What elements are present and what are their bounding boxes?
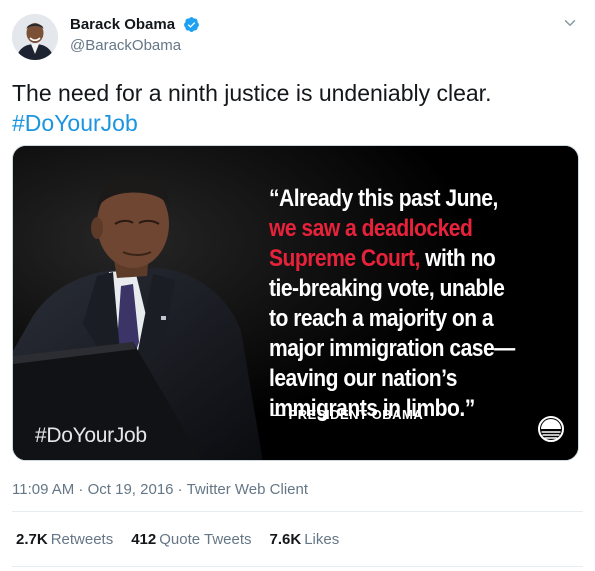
meta-separator: · (74, 481, 88, 498)
retweets-stat[interactable]: 2.7K Retweets (16, 531, 113, 548)
tweet-text: The need for a ninth justice is undeniab… (12, 78, 583, 138)
tweet-time[interactable]: 11:09 AM (12, 481, 74, 498)
likes-count: 7.6K (269, 531, 302, 548)
quote-tweets-count: 412 (131, 531, 157, 548)
quote-tweets-label: Quote Tweets (159, 531, 252, 548)
author-display-name[interactable]: Barack Obama (70, 16, 175, 33)
engagement-stats: 2.7K Retweets 412 Quote Tweets 7.6K Likes (16, 531, 339, 548)
media-hashtag-overlay: #DoYourJob (35, 424, 147, 447)
meta-separator: · (173, 481, 187, 498)
tweet-source[interactable]: Twitter Web Client (187, 481, 308, 498)
tweet-timestamp: 11:09 AM · Oct 19, 2016 · Twitter Web Cl… (12, 481, 308, 498)
tweet-date[interactable]: Oct 19, 2016 (88, 481, 174, 498)
tweet-media-image[interactable]: “Already this past June, we saw a deadlo… (12, 145, 579, 461)
quote-tweets-stat[interactable]: 412 Quote Tweets (131, 531, 251, 548)
avatar[interactable] (12, 14, 58, 60)
hashtag-link[interactable]: #DoYourJob (12, 110, 138, 136)
divider (12, 511, 583, 512)
chevron-down-icon[interactable] (561, 14, 579, 32)
quote-white-lead: “Already this past June, (269, 185, 498, 212)
tweet-card: Barack Obama @BarackObama The need for a… (0, 0, 595, 571)
retweets-label: Retweets (50, 531, 114, 548)
likes-stat[interactable]: 7.6K Likes (270, 531, 340, 548)
quote-attribution: — PRESIDENT OBAMA (271, 407, 424, 422)
tweet-body: The need for a ninth justice is undeniab… (12, 80, 492, 106)
author-names: Barack Obama @BarackObama (70, 16, 200, 54)
media-quote: “Already this past June, we saw a deadlo… (269, 184, 527, 424)
tweet-header: Barack Obama @BarackObama (12, 12, 583, 62)
author-handle[interactable]: @BarackObama (70, 37, 200, 54)
likes-label: Likes (304, 531, 340, 548)
retweets-count: 2.7K (16, 531, 48, 548)
obama-rising-sun-logo-icon (538, 416, 564, 442)
verified-badge-icon (183, 17, 199, 33)
divider (12, 566, 583, 567)
